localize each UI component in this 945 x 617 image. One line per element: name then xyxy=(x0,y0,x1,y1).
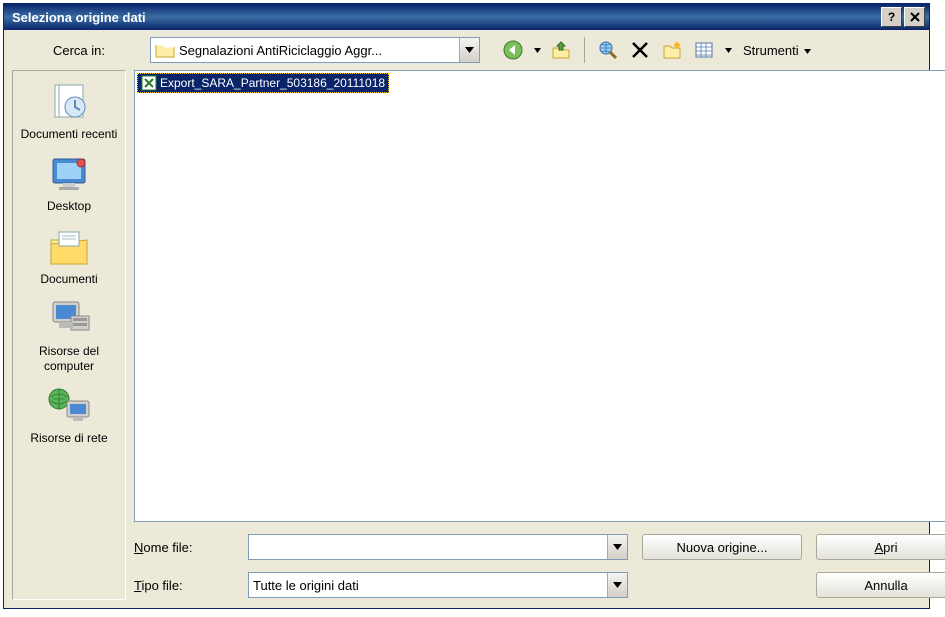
places-my-computer[interactable]: Risorse del computer xyxy=(13,294,125,377)
new-source-button[interactable]: Nuova origine... xyxy=(642,534,802,560)
look-in-text: Segnalazioni AntiRiciclaggio Aggr... xyxy=(179,43,459,58)
look-in-label: Cerca in: xyxy=(14,43,144,58)
toolbar: Cerca in: Segnalazioni AntiRiciclaggio A… xyxy=(4,30,929,70)
places-documents[interactable]: Documenti xyxy=(13,222,125,290)
places-label: Risorse del computer xyxy=(15,344,123,373)
back-button[interactable] xyxy=(500,37,526,63)
look-in-dropdown-button[interactable] xyxy=(459,38,479,62)
delete-button[interactable] xyxy=(627,37,653,63)
open-button[interactable]: Apri xyxy=(816,534,945,560)
look-in-combo[interactable]: Segnalazioni AntiRiciclaggio Aggr... xyxy=(150,37,480,63)
documents-icon xyxy=(45,226,93,268)
filetype-dropdown-button[interactable] xyxy=(607,573,627,597)
computer-icon xyxy=(45,298,93,340)
back-dropdown[interactable] xyxy=(532,48,542,53)
file-item-selected[interactable]: Export_SARA_Partner_503186_20111018 xyxy=(137,73,389,93)
places-label: Documenti recenti xyxy=(15,127,123,141)
filetype-label: Tipo file: xyxy=(134,578,234,593)
dialog-title: Seleziona origine dati xyxy=(8,10,879,25)
file-open-dialog: Seleziona origine dati ? Cerca in: Segna… xyxy=(3,3,930,609)
help-button[interactable]: ? xyxy=(881,7,902,27)
filename-dropdown-button[interactable] xyxy=(607,535,627,559)
desktop-icon xyxy=(45,153,93,195)
tools-menu[interactable]: Strumenti xyxy=(739,43,815,58)
excel-file-icon xyxy=(141,75,157,91)
places-desktop[interactable]: Desktop xyxy=(13,149,125,217)
close-button[interactable] xyxy=(904,7,925,27)
network-icon xyxy=(45,385,93,427)
filetype-text: Tutte le origini dati xyxy=(249,578,607,593)
views-button[interactable] xyxy=(691,37,717,63)
right-panel: Export_SARA_Partner_503186_20111018 Nome… xyxy=(134,70,945,600)
views-dropdown[interactable] xyxy=(723,48,733,53)
up-one-level-button[interactable] xyxy=(548,37,574,63)
folder-icon xyxy=(155,41,175,59)
places-label: Documenti xyxy=(15,272,123,286)
bottom-controls: Nome file: Nuova origine... Apri Tipo fi… xyxy=(134,522,945,600)
cancel-button[interactable]: Annulla xyxy=(816,572,945,598)
dialog-body: Documenti recenti Desktop Documenti Riso… xyxy=(4,70,929,608)
filename-label: Nome file: xyxy=(134,540,234,555)
filename-combo[interactable] xyxy=(248,534,628,560)
filetype-combo[interactable]: Tutte le origini dati xyxy=(248,572,628,598)
places-bar: Documenti recenti Desktop Documenti Riso… xyxy=(12,70,126,600)
titlebar: Seleziona origine dati ? xyxy=(4,4,929,30)
places-recent-documents[interactable]: Documenti recenti xyxy=(13,77,125,145)
search-web-button[interactable] xyxy=(595,37,621,63)
recent-documents-icon xyxy=(45,81,93,123)
places-network[interactable]: Risorse di rete xyxy=(13,381,125,449)
places-label: Desktop xyxy=(15,199,123,213)
file-list[interactable]: Export_SARA_Partner_503186_20111018 xyxy=(134,70,945,522)
file-name: Export_SARA_Partner_503186_20111018 xyxy=(160,76,385,90)
separator xyxy=(584,37,585,63)
new-folder-button[interactable] xyxy=(659,37,685,63)
places-label: Risorse di rete xyxy=(15,431,123,445)
